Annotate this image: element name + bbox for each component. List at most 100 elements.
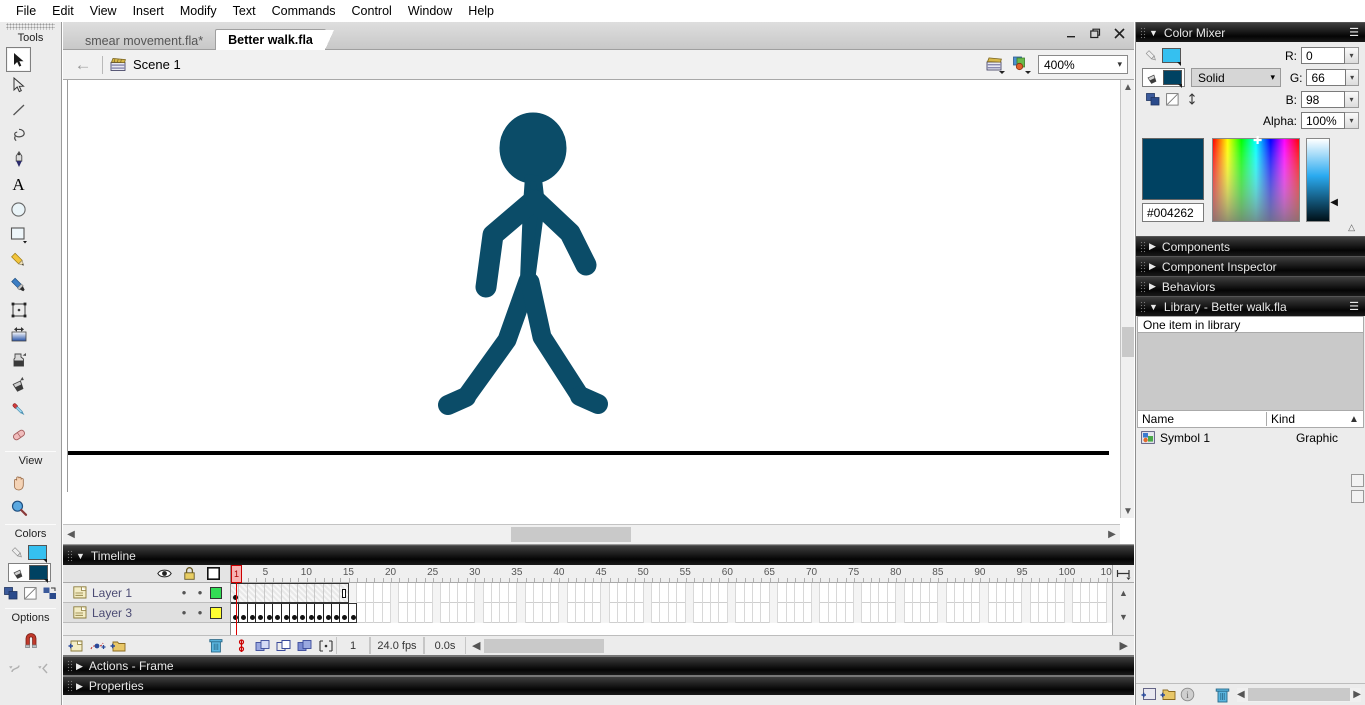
frame-cell[interactable] — [357, 603, 366, 623]
onion-skin-button[interactable] — [253, 637, 272, 654]
frame-cell[interactable] — [761, 603, 770, 623]
frame-row-layer3[interactable] — [231, 603, 1134, 623]
frame-cell[interactable] — [1006, 603, 1015, 623]
mixer-stroke-color-control[interactable] — [1142, 47, 1183, 66]
frame-cell[interactable] — [905, 603, 913, 623]
layer-row-layer3[interactable]: Layer 3 • • — [63, 603, 230, 623]
panel-grip[interactable] — [1140, 240, 1146, 253]
layer-name-layer1[interactable]: Layer 1 — [92, 586, 176, 600]
frame-cell[interactable] — [467, 583, 476, 603]
panel-grip[interactable] — [67, 680, 73, 692]
frame-cell[interactable] — [685, 603, 695, 623]
frame-cell[interactable] — [879, 603, 888, 623]
frame-cell[interactable] — [879, 583, 888, 603]
frame-cell[interactable] — [601, 603, 610, 623]
frame-cell[interactable] — [390, 583, 400, 603]
frame-cell[interactable] — [433, 583, 442, 603]
text-tool[interactable]: A — [6, 172, 31, 197]
frame-cell[interactable] — [677, 583, 686, 603]
library-scroll-thumb[interactable] — [1247, 688, 1351, 701]
frame-cell[interactable] — [829, 603, 838, 623]
rectangle-tool[interactable] — [6, 222, 31, 247]
layer-row-layer1[interactable]: Layer 1 • • — [63, 583, 230, 603]
frame-cell[interactable] — [989, 603, 998, 623]
frame-cell[interactable] — [1022, 603, 1031, 623]
brush-tool[interactable] — [6, 272, 31, 297]
panel-grip[interactable] — [1140, 280, 1146, 293]
frame-cell[interactable] — [526, 603, 535, 623]
frame-cell[interactable] — [846, 583, 855, 603]
blank-keyframe-marker[interactable] — [342, 589, 347, 598]
frame-cell[interactable] — [1056, 583, 1065, 603]
frame-cell[interactable] — [383, 583, 391, 603]
frame-cell[interactable] — [787, 603, 796, 623]
new-symbol-button[interactable] — [1141, 687, 1157, 702]
frame-cell[interactable] — [239, 603, 248, 623]
frame-cell[interactable] — [559, 603, 568, 623]
add-motion-guide-button[interactable] — [89, 639, 106, 653]
zoom-level-select[interactable]: 400% ▾ — [1038, 55, 1128, 74]
frame-cell[interactable] — [383, 603, 391, 623]
frame-cell[interactable] — [534, 603, 543, 623]
g-input[interactable]: 66 — [1306, 69, 1347, 86]
frame-cell[interactable] — [551, 603, 560, 623]
document-tab-smear-movement[interactable]: smear movement.fla* — [73, 31, 215, 52]
layer3-lock-dot[interactable]: • — [192, 605, 208, 620]
frame-cell[interactable] — [500, 603, 509, 623]
frame-cell[interactable] — [450, 583, 459, 603]
g-spinner[interactable]: ▾ — [1346, 69, 1359, 86]
keyframe-dot[interactable] — [291, 615, 297, 620]
edit-scene-button[interactable] — [986, 55, 1007, 74]
frame-cell[interactable] — [593, 603, 602, 623]
frame-cell[interactable] — [997, 603, 1006, 623]
keyframe-dot[interactable] — [249, 615, 255, 620]
frame-cell[interactable] — [315, 603, 324, 623]
frame-cell[interactable] — [846, 603, 855, 623]
panel-grip[interactable] — [67, 660, 73, 672]
menu-item-edit[interactable]: Edit — [44, 2, 82, 20]
keyframe-dot[interactable] — [350, 615, 356, 620]
frame-cell[interactable] — [492, 583, 501, 603]
frame-cell[interactable] — [357, 583, 366, 603]
pencil-tool[interactable] — [6, 247, 31, 272]
triangle-right-icon[interactable]: ▶ — [76, 661, 83, 672]
stroke-color-control[interactable] — [8, 544, 49, 563]
frame-cell[interactable] — [1031, 583, 1040, 603]
scene-breadcrumb[interactable]: Scene 1 — [110, 57, 181, 72]
frame-cell[interactable] — [854, 583, 863, 603]
frame-cell[interactable] — [509, 603, 518, 623]
menu-item-text[interactable]: Text — [225, 2, 264, 20]
frame-cell[interactable] — [703, 583, 711, 603]
library-horizontal-scrollbar[interactable]: ◀ ▶ — [1237, 687, 1361, 702]
keyframe-dot[interactable] — [325, 615, 331, 620]
frame-cell[interactable] — [972, 603, 981, 623]
frame-cell[interactable] — [1064, 603, 1073, 623]
b-input[interactable]: 98 — [1301, 91, 1345, 108]
frame-cell[interactable] — [669, 603, 678, 623]
keyframe-dot[interactable] — [334, 615, 340, 620]
frame-cell[interactable] — [576, 603, 585, 623]
r-spinner[interactable]: ▾ — [1345, 47, 1359, 64]
panel-options-menu-icon[interactable]: ☰ — [1349, 300, 1359, 313]
frame-cell[interactable] — [1048, 603, 1057, 623]
layer3-visibility-dot[interactable]: • — [176, 605, 192, 620]
frame-cell[interactable] — [450, 603, 459, 623]
frame-cell[interactable] — [408, 583, 417, 603]
stroke-color-swatch[interactable] — [28, 545, 47, 563]
frame-cell[interactable] — [913, 603, 922, 623]
lasso-tool[interactable] — [6, 122, 31, 147]
insert-layer-button[interactable] — [68, 639, 85, 653]
frame-cell[interactable] — [374, 603, 383, 623]
frame-cell[interactable] — [837, 603, 846, 623]
frame-cell[interactable] — [408, 603, 417, 623]
frame-cell[interactable] — [433, 603, 442, 623]
frame-cell[interactable] — [298, 583, 307, 603]
library-scroll-right-arrow[interactable]: ▶ — [1353, 689, 1361, 700]
outline-icon[interactable] — [207, 567, 220, 580]
frame-cell[interactable] — [425, 583, 434, 603]
oval-tool[interactable] — [6, 197, 31, 222]
frame-cell[interactable] — [1064, 583, 1073, 603]
frame-cell[interactable] — [964, 603, 972, 623]
frame-cell[interactable] — [273, 603, 282, 623]
frame-cell[interactable] — [719, 583, 728, 603]
